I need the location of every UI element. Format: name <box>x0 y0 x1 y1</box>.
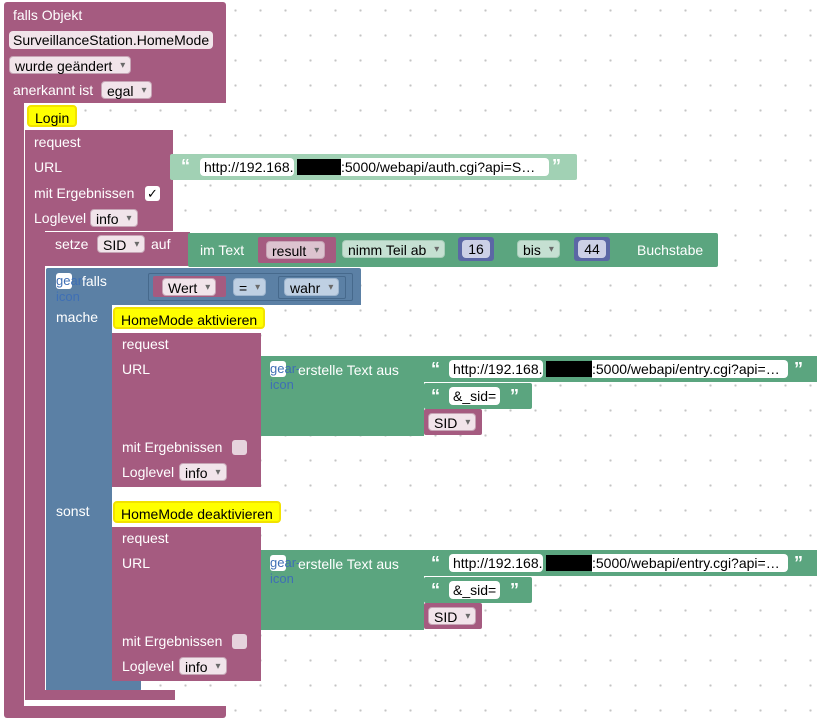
activate-loglevel-dropdown[interactable]: info <box>179 463 227 482</box>
login-request-spine <box>25 230 45 690</box>
im-text-label: im Text <box>200 242 245 258</box>
activate-sid-var-dropdown[interactable]: SID <box>428 413 477 432</box>
deactivate-url-quote-open: “ <box>431 553 440 573</box>
sid-var-dropdown[interactable]: SID <box>97 235 146 254</box>
login-url-redaction <box>297 159 341 175</box>
activate-sid-param[interactable]: &_sid= <box>449 387 501 405</box>
activate-sid-quote-close: ” <box>510 386 519 406</box>
deactivate-url-redaction <box>546 555 592 571</box>
result-var-dropdown[interactable]: result <box>266 241 326 260</box>
deactivate-sid-param[interactable]: &_sid= <box>449 581 501 599</box>
deactivate-url-label: URL <box>122 555 151 571</box>
deactivate-sid-var-dropdown[interactable]: SID <box>428 607 477 626</box>
login-comment[interactable]: Login <box>27 105 78 127</box>
deactivate-request-label: request <box>122 530 169 546</box>
activate-url-quote-open: “ <box>431 359 440 379</box>
activate-url-quote-close: ” <box>794 359 803 379</box>
deactivate-comment[interactable]: HomeMode deaktivieren <box>113 501 281 523</box>
activate-url-prefix[interactable]: http://192.168. <box>449 360 543 378</box>
activate-url-redaction <box>546 361 592 377</box>
operator-dropdown[interactable]: = <box>233 278 267 297</box>
trigger-block-spine <box>4 100 24 706</box>
login-with-results-checkbox[interactable]: ✓ <box>145 186 160 201</box>
login-loglevel-label: Loglevel <box>34 210 87 226</box>
deactivate-url-quote-close: ” <box>794 553 803 573</box>
activate-with-results-label: mit Ergebnissen <box>122 439 223 455</box>
login-loglevel-dropdown[interactable]: info <box>90 209 138 228</box>
object-id-field[interactable]: SurveillanceStation.HomeMode <box>9 31 214 49</box>
deactivate-with-results-label: mit Ergebnissen <box>122 633 223 649</box>
login-with-results-label: mit Ergebnissen <box>34 185 135 201</box>
auf-label: auf <box>151 236 171 252</box>
activate-url-suffix[interactable]: :5000/webapi/entry.cgi?api=… <box>592 360 788 378</box>
deactivate-loglevel-label: Loglevel <box>122 658 175 674</box>
login-block-footer <box>25 690 175 700</box>
activate-gear-icon[interactable]: gear-icon <box>270 361 300 392</box>
login-url-suffix[interactable]: :5000/webapi/auth.cgi?api=S… <box>341 158 549 176</box>
from-number-field[interactable]: 16 <box>462 240 490 258</box>
wahr-dropdown[interactable]: wahr <box>284 278 340 297</box>
activate-url-label: URL <box>122 361 151 377</box>
deactivate-url-suffix[interactable]: :5000/webapi/entry.cgi?api=… <box>592 554 788 572</box>
login-url-quote-close: ” <box>552 156 561 176</box>
deactivate-loglevel-dropdown[interactable]: info <box>179 657 227 676</box>
change-dropdown[interactable]: wurde geändert <box>9 56 132 75</box>
login-url-label: URL <box>34 159 63 175</box>
login-request-label: request <box>34 134 81 150</box>
activate-with-results-checkbox[interactable] <box>232 440 247 455</box>
activate-sid-quote-open: “ <box>431 386 440 406</box>
mache-label: mache <box>56 309 99 325</box>
falls-label: falls <box>82 273 107 289</box>
deactivate-create-text-label: erstelle Text aus <box>298 556 399 572</box>
if-block-spine <box>46 304 112 690</box>
to-number-block[interactable]: 44 <box>574 237 610 261</box>
activate-request-label: request <box>122 336 169 352</box>
sonst-label: sonst <box>56 503 90 519</box>
deactivate-sid-quote-open: “ <box>431 580 440 600</box>
to-number-field[interactable]: 44 <box>578 240 606 258</box>
substring-mode-dropdown[interactable]: nimm Teil ab <box>342 240 446 259</box>
from-number-block[interactable]: 16 <box>458 237 494 261</box>
wert-dropdown[interactable]: Wert <box>162 278 217 297</box>
falls-objekt-label: falls Objekt <box>13 7 83 23</box>
ack-dropdown[interactable]: egal <box>101 81 153 100</box>
activate-create-text-label: erstelle Text aus <box>298 362 399 378</box>
ack-label: anerkannt ist <box>13 82 94 98</box>
deactivate-gear-icon[interactable]: gear-icon <box>270 555 300 586</box>
deactivate-url-prefix[interactable]: http://192.168. <box>449 554 543 572</box>
buchstabe-label: Buchstabe <box>637 242 704 258</box>
deactivate-with-results-checkbox[interactable] <box>232 634 247 649</box>
trigger-block-footer <box>4 706 226 718</box>
deactivate-sid-quote-close: ” <box>510 580 519 600</box>
activate-comment[interactable]: HomeMode aktivieren <box>113 307 266 329</box>
setze-label: setze <box>55 236 89 252</box>
login-url-prefix[interactable]: http://192.168. <box>200 158 294 176</box>
if-gear-icon[interactable]: gear-icon <box>56 273 86 304</box>
login-url-quote-open: “ <box>181 156 190 176</box>
activate-loglevel-label: Loglevel <box>122 464 175 480</box>
bis-dropdown[interactable]: bis <box>517 240 560 259</box>
